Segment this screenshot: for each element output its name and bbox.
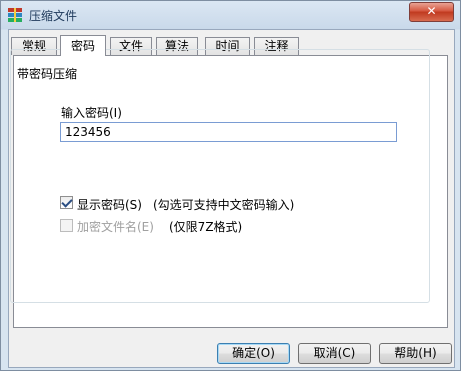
password-label: 输入密码(I) [61,106,122,120]
help-button[interactable]: 帮助(H) [379,343,452,364]
password-groupbox [10,49,430,303]
cancel-button[interactable]: 取消(C) [298,343,371,364]
close-button[interactable]: ✕ [409,2,454,22]
close-icon: ✕ [426,4,437,18]
dialog-window: 压缩文件 ✕ 常规 密码 文件 算法 时间 注释 带密码压缩 输入密码(I) 1… [0,0,461,371]
tab-password[interactable]: 密码 [60,35,106,56]
password-input[interactable]: 123456 [60,122,397,142]
ok-button[interactable]: 确定(O) [217,343,290,364]
encrypt-filenames-label[interactable]: 加密文件名(E) [77,218,154,235]
encrypt-filenames-checkbox[interactable] [60,219,73,232]
groupbox-title: 带密码压缩 [15,65,80,82]
show-password-checkbox[interactable] [60,196,73,209]
title-bar[interactable]: 压缩文件 ✕ [1,1,460,29]
show-password-hint: (勾选可支持中文密码输入) [153,198,295,212]
encrypt-filenames-hint: (仅限7Z格式) [169,220,243,234]
show-password-label[interactable]: 显示密码(S) [77,196,142,213]
window-title: 压缩文件 [29,9,78,23]
archive-icon [8,8,22,22]
